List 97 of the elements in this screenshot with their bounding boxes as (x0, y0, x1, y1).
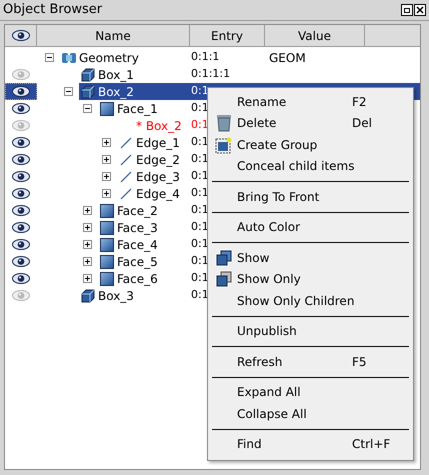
menu-item[interactable]: Conceal child items (212, 156, 409, 177)
expand-toggle[interactable] (83, 274, 92, 283)
eye-icon[interactable] (12, 154, 30, 165)
entry-cell-text: 0:1 (191, 168, 209, 184)
menu-item[interactable]: Show Only Children (212, 290, 409, 312)
menu-item[interactable]: Show (212, 247, 409, 268)
shortcut-label: Ctrl+F (352, 436, 390, 454)
face-icon (100, 220, 114, 234)
tree-item-name[interactable]: Edge_1 (135, 134, 190, 152)
expand-toggle[interactable] (102, 172, 111, 181)
entry-cell-text: 0:1 (191, 117, 209, 134)
eye-icon[interactable] (12, 137, 30, 148)
menu-item[interactable]: Delete Del (212, 112, 409, 134)
entry-cell-text: 0:1 (191, 202, 209, 218)
tree-item-name[interactable]: Face_4 (116, 236, 190, 254)
float-button[interactable] (401, 4, 413, 16)
column-header[interactable]: Name (37, 25, 190, 46)
entry-cell-text: 0:1:1:1 (191, 66, 230, 82)
eye-icon[interactable] (12, 188, 30, 199)
eye-icon[interactable] (12, 256, 30, 267)
expand-toggle[interactable] (83, 206, 92, 215)
entry-cell-text: 0:1 (191, 236, 209, 252)
menu-item[interactable]: Create Group (212, 134, 409, 156)
entry-cell-text: 0:1 (191, 270, 209, 286)
expand-toggle[interactable] (102, 138, 111, 147)
tree-item-name[interactable]: Edge_2 (135, 150, 190, 168)
eye-icon[interactable] (12, 239, 30, 250)
geometry-icon (61, 50, 77, 64)
edge-icon (120, 154, 132, 166)
menu-item[interactable]: Find Ctrl+F (212, 434, 409, 455)
menu-item[interactable]: Collapse All (212, 403, 409, 424)
tree-item-name[interactable]: Face_6 (116, 270, 190, 288)
entry-cell-text: 0:1 (191, 287, 209, 304)
trash-icon (216, 114, 232, 132)
expand-toggle[interactable] (83, 223, 92, 232)
eye-icon[interactable] (12, 222, 30, 233)
entry-cell-text: 0:1 (191, 100, 209, 116)
entry-cell-text: 0:1 (191, 83, 209, 100)
face-icon (100, 102, 114, 116)
entry-cell-text: 0:1 (191, 219, 209, 236)
stacked-cubes-icon (216, 250, 232, 266)
collapse-toggle[interactable] (45, 53, 54, 62)
shortcut-label: F5 (352, 354, 367, 371)
collapse-toggle[interactable] (83, 104, 92, 113)
group-icon (215, 136, 233, 154)
menu-item[interactable]: Unpublish (212, 320, 409, 342)
tree-item-name[interactable]: Face_3 (116, 218, 190, 236)
cube-icon (81, 68, 95, 82)
entry-cell-text: 0:1 (191, 185, 209, 202)
face-icon (100, 204, 114, 218)
entry-cell-text: 0:1 (191, 134, 209, 150)
value-cell-text: GEOM (268, 50, 306, 66)
shortcut-label: F2 (352, 94, 367, 111)
face-icon (100, 238, 114, 252)
eye-icon[interactable] (12, 273, 30, 284)
menu-item[interactable]: Expand All (212, 382, 409, 403)
edge-icon (120, 170, 132, 182)
tree-item-name[interactable]: Box_1 (97, 66, 190, 84)
cube-icon (81, 288, 95, 302)
collapse-toggle[interactable] (64, 87, 73, 96)
tree-item-name[interactable]: Face_2 (116, 202, 190, 220)
tree-item-name[interactable]: Box_3 (97, 286, 190, 304)
eye-icon[interactable] (12, 171, 30, 182)
face-icon (100, 254, 114, 268)
eye-icon[interactable] (12, 30, 30, 41)
expand-toggle[interactable] (83, 240, 92, 249)
close-button[interactable] (414, 4, 426, 16)
expand-toggle[interactable] (83, 257, 92, 266)
menu-item[interactable]: Auto Color (212, 216, 409, 238)
menu-item[interactable]: Bring To Front (212, 186, 409, 208)
tree-item-name[interactable]: Box_2 (97, 82, 190, 100)
edge-icon (120, 136, 132, 148)
tree-item-name[interactable]: * Box_2 (135, 116, 190, 134)
menu-item[interactable]: Refresh F5 (212, 351, 409, 372)
edge-icon (120, 188, 132, 200)
menu-item[interactable]: Show Only (212, 268, 409, 290)
face-icon (100, 272, 114, 286)
cube-icon (81, 84, 95, 98)
expand-toggle[interactable] (102, 155, 111, 164)
eye-icon[interactable] (12, 205, 30, 216)
panel-title: Object Browser (3, 1, 102, 20)
entry-cell-text: 0:1 (191, 151, 209, 168)
tree-item-name[interactable]: Geometry (78, 48, 190, 66)
entry-cell-text: 0:1:1 (191, 49, 220, 66)
stacked-cubes-icon (216, 271, 232, 288)
entry-cell-text: 0:1 (191, 253, 209, 270)
tree-item-name[interactable]: Face_1 (116, 100, 190, 118)
eye-icon[interactable] (12, 103, 30, 114)
expand-toggle[interactable] (102, 189, 111, 198)
column-header[interactable]: Value (265, 25, 365, 46)
column-header[interactable]: Entry (190, 25, 265, 46)
menu-item[interactable]: Rename F2 (212, 91, 409, 112)
eye-icon[interactable] (12, 86, 30, 97)
tree-item-name[interactable]: Edge_3 (135, 168, 190, 186)
tree-item-name[interactable]: Face_5 (116, 252, 190, 270)
tree-item-name[interactable]: Edge_4 (135, 184, 190, 202)
shortcut-label: Del (352, 115, 372, 132)
